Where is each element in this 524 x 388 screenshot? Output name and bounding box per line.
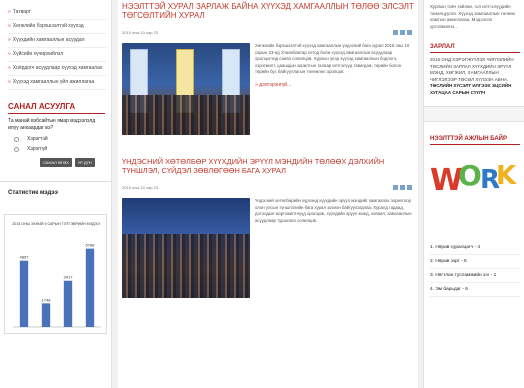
article-date: 2015 оны 10 сар 23 xyxy=(122,185,158,190)
print-icon[interactable] xyxy=(400,185,405,190)
job-item[interactable]: 4. Эм барьдаг - 6 xyxy=(430,283,520,297)
radio-button[interactable] xyxy=(14,136,19,142)
right-top-text: Хурлын товч тайлан, гол илтгэлүүдийн тан… xyxy=(430,4,516,29)
article-text: Үндэсний хөтөлбөрийн хүрээнд хүүхдийн эр… xyxy=(255,198,412,223)
poll-divider xyxy=(8,113,105,114)
article-title[interactable]: ҮНДЭСНИЙ ХӨТӨЛБӨР ХҮҮХДИЙН ЭРҮҮЛ МЭНДИЙН… xyxy=(122,157,414,175)
article-body: Үндэсний хөтөлбөрийн хүрээнд хүүхдийн эр… xyxy=(122,198,414,298)
article-text-wrap: Хөгжлийн бэрхшээлтэй хүүхэд хамгааллын ү… xyxy=(255,43,414,135)
stats-chart: 2015 ОНЫ ЭХНИЙ 9 САРЫН ТЭТГЭВРИЙН МЭДЭЭ 4… xyxy=(4,214,107,334)
announcement-text[interactable]: 2015 ОНД ХЭРЭГЖҮҮЛЭХ ЧИГЛЭЛИЙН ТӨСЛИЙН З… xyxy=(424,57,524,83)
article-date: 2015 оны 10 сар 23 xyxy=(122,30,158,35)
category-list: » Татварт » Хөгжлийн бэрхшээлтэй хүүхэд » Х… xyxy=(0,0,111,90)
jobs-title: НЭЭЛТТЭЙ АЖЛЫН БАЙР xyxy=(430,136,508,142)
pdf-icon[interactable] xyxy=(393,185,398,190)
bullet-icon: » xyxy=(8,79,11,85)
article-tools xyxy=(393,185,412,190)
job-list: 1. Нярав суралцагч - 4 2. Нярав зэрг - 5… xyxy=(424,221,524,297)
read-more-link[interactable]: » дэлгэрэнгүй... xyxy=(255,82,414,88)
chart-data-label: 3417 xyxy=(64,275,74,280)
results-button[interactable]: ҮР ДҮН xyxy=(74,158,95,167)
article-2: ҮНДЭСНИЙ ХӨТӨЛБӨР ХҮҮХДИЙН ЭРҮҮЛ МЭНДИЙН… xyxy=(118,157,418,298)
chart-bar xyxy=(63,280,73,327)
article-tools xyxy=(393,30,412,35)
radio-button[interactable] xyxy=(14,146,19,152)
article-meta: 2015 оны 10 сар 23 xyxy=(122,185,412,190)
stats-chart-svg: 2015 ОНЫ ЭХНИЙ 9 САРЫН ТЭТГЭВРИЙН МЭДЭЭ 4… xyxy=(12,222,101,328)
chart-data-label: 4897 xyxy=(20,255,30,260)
category-item[interactable]: » Хүүхдийн хамгааллын асуудал xyxy=(8,34,107,48)
poll-title: САНАЛ АСУУЛГА xyxy=(8,102,76,111)
chart-title: 2015 ОНЫ ЭХНИЙ 9 САРЫН ТЭТГЭВРИЙН МЭДЭЭ xyxy=(12,222,100,226)
announcement-divider xyxy=(430,52,520,53)
article-photo xyxy=(122,198,250,298)
bullet-icon: » xyxy=(8,51,11,57)
poll-option-1[interactable]: Хэрэгтэй xyxy=(14,136,111,142)
left-sidebar: » Татварт » Хөгжлийн бэрхшээлтэй хүүхэд » Х… xyxy=(0,0,112,388)
vote-button[interactable]: САНАЛ ӨГӨХ xyxy=(40,158,72,167)
article-title[interactable]: НЭЭЛТТЭЙ ХУРАЛ ЗАРЛАЖ БАЙНА ХҮҮХЭД ХАМГА… xyxy=(122,2,414,20)
print-icon[interactable] xyxy=(400,30,405,35)
announcement-title: ЗАРЛАЛ xyxy=(430,44,455,50)
job-item[interactable]: 2. Нярав зэрг - 5 xyxy=(430,255,520,269)
category-item[interactable]: » Татварт xyxy=(8,6,107,20)
article-meta: 2015 оны 10 сар 23 xyxy=(122,30,412,35)
pdf-icon[interactable] xyxy=(393,30,398,35)
group-decoration xyxy=(122,234,250,298)
work-image: W O R K xyxy=(430,155,517,221)
chart-bar xyxy=(85,248,95,327)
announcement-bold-text[interactable]: ТӨСЛИЙН ХҮСЭЛТ ИЛГЭЭХ ЭЦСИЙН ХУГАЦАА САР… xyxy=(424,83,524,96)
chart-data-label: 1748 xyxy=(42,297,52,302)
bullet-icon: » xyxy=(8,37,11,43)
category-item[interactable]: » Хүүхэд хамгааллын үйл ажиллагаа xyxy=(8,76,107,90)
work-letter-o: O xyxy=(458,159,482,192)
bullet-icon: » xyxy=(8,9,11,15)
bullet-icon: » xyxy=(8,23,11,29)
chart-bar xyxy=(19,260,29,327)
poll-buttons: САНАЛ ӨГӨХ ҮР ДҮН xyxy=(40,158,111,167)
right-sidebar: Хурлын товч тайлан, гол илтгэлүүдийн тан… xyxy=(423,0,524,388)
bullet-icon: » xyxy=(8,65,11,71)
chart-data-label: 5788 xyxy=(86,243,96,248)
category-item[interactable]: » Хүйсийн хүчирхийлэл xyxy=(8,48,107,62)
article-1: НЭЭЛТТЭЙ ХУРАЛ ЗАРЛАЖ БАЙНА ХҮҮХЭД ХАМГА… xyxy=(118,2,418,135)
email-icon[interactable] xyxy=(407,185,412,190)
work-letter-k: K xyxy=(496,161,517,191)
email-icon[interactable] xyxy=(407,30,412,35)
article-body: Хөгжлийн бэрхшээлтэй хүүхэд хамгааллын ү… xyxy=(122,43,414,135)
category-item[interactable]: » Хөгжлийн бэрхшээлтэй хүүхэд xyxy=(8,20,107,34)
poll-question: Та манай вэбсайтын ямар мэдээлэлд илүү а… xyxy=(8,118,96,131)
poll-option-2[interactable]: Хэрэггүй xyxy=(14,146,111,152)
main-content: НЭЭЛТТЭЙ ХУРАЛ ЗАРЛАЖ БАЙНА ХҮҮХЭД ХАМГА… xyxy=(118,0,418,388)
job-item[interactable]: 3. Нягтлан тусламжийн зэг - 1 xyxy=(430,269,520,283)
chart-bar xyxy=(41,303,51,327)
article-photo xyxy=(122,43,250,135)
category-item[interactable]: » Хоёрдогч асуудлаар хүүхэд хамгаалах xyxy=(8,62,107,76)
statistics-section: Статистик мэдээ 2015 ОНЫ ЭХНИЙ 9 САРЫН Т… xyxy=(0,181,111,334)
job-item[interactable]: 1. Нярав суралцагч - 4 xyxy=(430,241,520,255)
article-text: Хөгжлийн бэрхшээлтэй хүүхэд хамгааллын ү… xyxy=(255,43,410,75)
section-separator xyxy=(424,106,524,122)
audience-decoration xyxy=(122,95,250,135)
statistics-title: Статистик мэдээ xyxy=(8,190,58,196)
jobs-divider xyxy=(430,144,520,145)
